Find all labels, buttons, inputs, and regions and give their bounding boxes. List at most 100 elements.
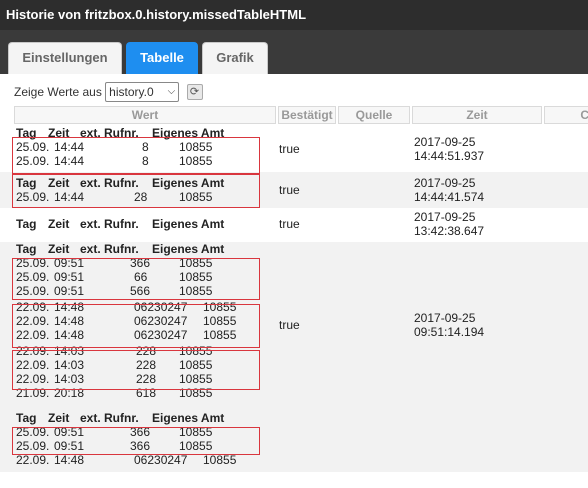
mini-table: Tag Zeit ext. Rufnr. Eigenes Amt 25.09. … — [14, 411, 264, 467]
col-tag-label: Tag — [16, 126, 37, 140]
time-clock: 14:44:41.574 — [414, 190, 485, 204]
call-zeit: 14:03 — [54, 344, 85, 358]
mini-table: Tag Zeit ext. Rufnr. Eigenes Amt 25.09. … — [14, 242, 264, 400]
instance-select-value: history.0 — [109, 85, 154, 99]
call-zeit: 14:48 — [54, 328, 85, 342]
mini-table: Tag Zeit ext. Rufnr. Eigenes Amt 25.09. … — [14, 126, 264, 168]
col-amt-label: Eigenes Amt — [152, 411, 225, 425]
ack-value: true — [279, 217, 300, 231]
mini-table-header: Tag Zeit ext. Rufnr. Eigenes Amt — [14, 176, 264, 190]
call-entry: 25.09. 14:44 8 10855 — [14, 154, 264, 168]
col-rufnr-label: ext. Rufnr. — [80, 242, 139, 256]
tab-tabelle[interactable]: Tabelle — [126, 42, 198, 74]
col-zeit-label: Zeit — [48, 411, 70, 425]
call-amt: 10855 — [203, 453, 237, 467]
call-tag: 25.09. — [16, 439, 50, 453]
call-amt: 10855 — [179, 284, 213, 298]
time-clock: 09:51:14.194 — [414, 325, 485, 339]
column-header-quelle[interactable]: Quelle — [338, 106, 410, 124]
call-amt: 10855 — [179, 386, 213, 400]
col-tag-label: Tag — [16, 242, 37, 256]
column-header-zeit[interactable]: Zeit — [412, 106, 542, 124]
call-amt: 10855 — [179, 372, 213, 386]
call-rufnr: 06230247 — [134, 453, 188, 467]
call-zeit: 09:51 — [54, 284, 85, 298]
call-tag: 22.09. — [16, 453, 50, 467]
mini-table: Tag Zeit ext. Rufnr. Eigenes Amt — [14, 217, 264, 231]
call-amt: 10855 — [179, 256, 213, 270]
call-zeit: 09:51 — [54, 270, 85, 284]
refresh-icon[interactable]: ⟳ — [186, 84, 203, 100]
time-date: 2017-09-25 — [414, 210, 476, 224]
mini-table-header: Tag Zeit ext. Rufnr. Eigenes Amt — [14, 126, 264, 140]
chevron-down-icon: ⌵ — [167, 86, 176, 97]
window-title: Historie von fritzbox.0.history.missedTa… — [0, 0, 588, 30]
call-entry: 25.09. 14:44 8 10855 — [14, 140, 264, 154]
call-zeit: 09:51 — [54, 256, 85, 270]
time-date: 2017-09-25 — [414, 311, 476, 325]
call-zeit: 14:03 — [54, 358, 85, 372]
col-tag-label: Tag — [16, 176, 37, 190]
table-panel: Zeige Werte aus history.0 ⌵ ⟳ Wert Bestä… — [0, 74, 588, 488]
call-tag: 22.09. — [16, 358, 50, 372]
column-header-bestaetigt[interactable]: Bestätigt — [278, 106, 336, 124]
col-amt-label: Eigenes Amt — [152, 126, 225, 140]
column-header-extra[interactable]: C — [544, 106, 588, 124]
call-zeit: 14:03 — [54, 372, 85, 386]
call-rufnr: 06230247 — [134, 328, 188, 342]
col-zeit-label: Zeit — [48, 126, 70, 140]
column-header-wert[interactable]: Wert — [14, 106, 276, 124]
call-entry: 22.09. 14:48 06230247 10855 — [14, 314, 264, 328]
call-tag: 25.09. — [16, 270, 50, 284]
call-amt: 10855 — [179, 425, 213, 439]
mini-table-header: Tag Zeit ext. Rufnr. Eigenes Amt — [14, 217, 264, 231]
call-entry: 25.09. 09:51 366 10855 — [14, 256, 264, 270]
call-tag: 25.09. — [16, 154, 50, 168]
call-amt: 10855 — [179, 154, 213, 168]
time-clock: 14:44:51.937 — [414, 149, 485, 163]
tab-bar: Einstellungen Tabelle Grafik — [0, 30, 588, 74]
call-rufnr: 366 — [130, 425, 151, 439]
tab-grafik[interactable]: Grafik — [202, 42, 268, 74]
time-clock: 13:42:38.647 — [414, 224, 485, 238]
call-entry: 22.09. 14:48 06230247 10855 — [14, 328, 264, 342]
ack-value: true — [279, 318, 300, 332]
col-amt-label: Eigenes Amt — [152, 217, 225, 231]
col-rufnr-label: ext. Rufnr. — [80, 126, 139, 140]
call-rufnr: 566 — [130, 284, 151, 298]
ack-value: true — [279, 142, 300, 156]
call-zeit: 14:48 — [54, 453, 85, 467]
call-entry: 22.09. 14:48 06230247 10855 — [14, 300, 264, 314]
tab-einstellungen[interactable]: Einstellungen — [8, 42, 122, 74]
call-zeit: 20:18 — [54, 386, 85, 400]
call-entry: 21.09. 20:18 618 10855 — [14, 386, 264, 400]
col-rufnr-label: ext. Rufnr. — [80, 217, 139, 231]
call-entry: 22.09. 14:48 06230247 10855 — [14, 453, 264, 467]
instance-toolbar: Zeige Werte aus history.0 ⌵ ⟳ — [14, 82, 203, 102]
call-entry: 22.09. 14:03 228 10855 — [14, 372, 264, 386]
call-rufnr: 366 — [130, 439, 151, 453]
instance-select[interactable]: history.0 ⌵ — [105, 82, 180, 102]
call-amt: 10855 — [179, 439, 213, 453]
col-zeit-label: Zeit — [48, 242, 70, 256]
call-entry: 22.09. 14:03 228 10855 — [14, 358, 264, 372]
call-rufnr: 28 — [134, 190, 148, 204]
call-rufnr: 228 — [136, 372, 157, 386]
call-zeit: 14:48 — [54, 314, 85, 328]
call-rufnr: 66 — [134, 270, 148, 284]
col-rufnr-label: ext. Rufnr. — [80, 176, 139, 190]
call-tag: 25.09. — [16, 284, 50, 298]
call-amt: 10855 — [203, 300, 237, 314]
call-entry: 25.09. 14:44 28 10855 — [14, 190, 264, 204]
call-amt: 10855 — [203, 314, 237, 328]
ack-value: true — [279, 183, 300, 197]
call-amt: 10855 — [179, 270, 213, 284]
call-entry: 25.09. 09:51 366 10855 — [14, 439, 264, 453]
call-rufnr: 228 — [136, 358, 157, 372]
mini-table-header: Tag Zeit ext. Rufnr. Eigenes Amt — [14, 411, 264, 425]
call-tag: 25.09. — [16, 425, 50, 439]
call-amt: 10855 — [179, 344, 213, 358]
call-tag: 25.09. — [16, 140, 50, 154]
call-rufnr: 618 — [136, 386, 157, 400]
col-zeit-label: Zeit — [48, 176, 70, 190]
